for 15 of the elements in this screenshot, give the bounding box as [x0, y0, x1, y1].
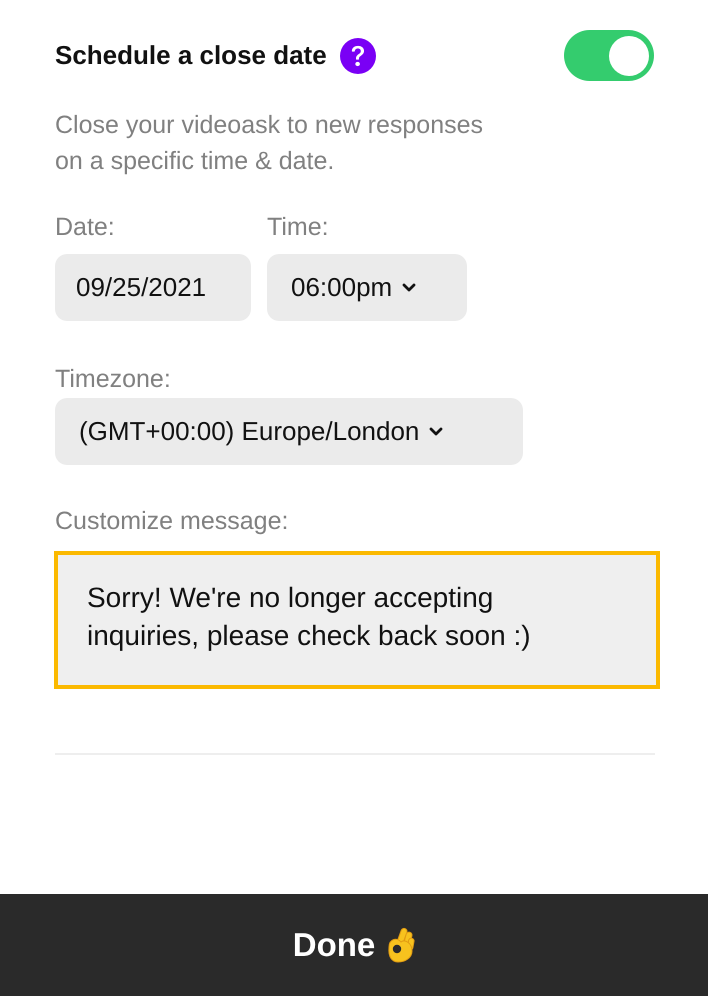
field-label: Date: — [55, 212, 116, 242]
done-button[interactable]: Done — [0, 894, 708, 996]
message-text-field[interactable]: Sorry! We're no longer accepting inquiries, please check back soon :) — [54, 551, 660, 689]
description-text: Close your videoask to new responses on a specific time & date. — [55, 110, 484, 177]
toggle-switch[interactable] — [564, 30, 654, 81]
date-input-field[interactable]: 09/25/2021 — [55, 254, 251, 321]
field-label: Time: — [267, 212, 330, 242]
chevron-down-icon — [429, 427, 444, 436]
help-icon[interactable] — [340, 38, 376, 74]
section-title: Schedule a close date — [55, 40, 327, 71]
field-label: Customize message: — [55, 506, 290, 536]
chevron-down-icon — [402, 283, 416, 292]
timezone-dropdown[interactable]: (GMT+00:00) Europe/London — [55, 398, 523, 465]
field-label: Timezone: — [55, 364, 172, 394]
time-dropdown[interactable]: 06:00pm — [267, 254, 467, 321]
